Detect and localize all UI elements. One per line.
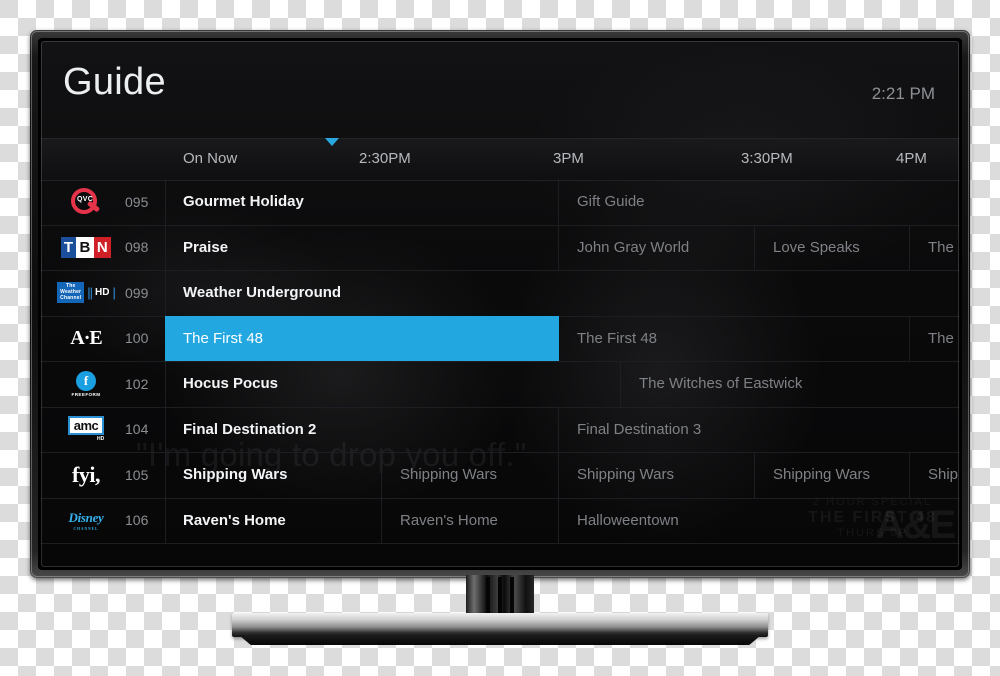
channel-cell-095[interactable]: QVC 095 [41,179,166,225]
guide-row: QVC 095 Gourmet Holiday Gift Guide [41,179,959,226]
program-track: Raven's Home Raven's Home Halloweentown [165,497,959,544]
channel-number: 099 [125,284,149,301]
program-cell[interactable]: The Witches of Eastwick [621,361,959,407]
program-cell[interactable]: Shipping Wars [382,452,559,498]
guide-row: amc HD 104 Final Destination 2 Final Destina… [41,406,959,453]
program-cell[interactable]: Love Speaks [755,224,910,270]
guide-row: fyi, 105 Shipping Wars Shipping Wars Shippin… [41,452,959,499]
channel-cell-106[interactable]: Disney CHANNEL 106 [41,497,166,543]
guide-grid: QVC 095 Gourmet Holiday Gift Guide T B N 098 Pra… [41,179,959,567]
program-cell[interactable]: Halloweentown [559,498,959,544]
program-track: PraiseJohn Gray WorldLove SpeaksThe Supe [165,224,959,271]
program-track: Shipping Wars Shipping Wars Shipping Wars S… [165,452,959,498]
tv-screen: "I'm going to drop you off." 2 HOUR SPEC… [41,41,959,567]
guide-header: Guide 2:21 PM [41,41,959,138]
program-cell[interactable]: John Gray World [559,224,755,270]
program-cell[interactable]: Hocus Pocus [165,361,621,407]
timeline-slot-3[interactable]: 3:30PM [741,150,793,167]
program-cell[interactable]: Shipping Wars [165,452,382,498]
channel-cell-104[interactable]: amc HD 104 [41,406,166,452]
channel-number: 106 [125,512,149,529]
screenshot-root: "I'm going to drop you off." 2 HOUR SPEC… [0,0,1000,676]
program-track: Weather Underground [165,270,959,316]
program-cell[interactable]: The First 48 [559,315,910,361]
channel-number: 100 [125,330,149,347]
channel-cell-100[interactable]: A·E 100 [41,315,166,361]
guide-row: The Weather Channel || HD | 099 Weather Undergr… [41,270,959,317]
program-cell[interactable]: Weather Underground [165,270,959,316]
program-cell[interactable]: The First [910,316,959,362]
guide-row: Disney CHANNEL 106 Raven's Home Raven's Home… [41,497,959,544]
now-marker-icon [325,138,339,146]
program-cell[interactable]: Raven's Home [382,497,559,543]
program-cell[interactable]: Praise [165,224,559,270]
timeline-slot-0[interactable]: On Now [183,150,237,167]
amc-logo-icon: amc HD [67,416,105,442]
program-cell[interactable]: The Supe [910,225,959,271]
program-cell[interactable]: The First 48 [165,315,559,361]
guide-row: A·E100The First 48The First 48The First [41,315,959,362]
page-title: Guide [63,61,166,103]
channel-number: 104 [125,421,149,438]
timeline-slot-4[interactable]: 4PM [896,150,927,167]
channel-number: 098 [125,239,149,256]
program-track: Final Destination 2 Final Destination 3 [165,406,959,453]
program-cell[interactable]: Raven's Home [165,497,382,543]
weather-channel-logo-icon: The Weather Channel || HD | [57,282,116,304]
ae-logo-icon: A·E [70,326,102,349]
channel-cell-099[interactable]: The Weather Channel || HD | 099 [41,270,166,316]
program-track: Hocus Pocus The Witches of Eastwick [165,361,959,407]
program-cell[interactable]: Shipping Wars [755,452,910,498]
program-cell[interactable]: Gourmet Holiday [165,179,559,225]
timeline-header[interactable]: On Now 2:30PM 3PM 3:30PM 4PM [41,138,959,181]
guide-app: "I'm going to drop you off." 2 HOUR SPEC… [41,41,959,567]
timeline-slot-1[interactable]: 2:30PM [359,150,411,167]
timeline-slot-2[interactable]: 3PM [553,150,584,167]
channel-cell-105[interactable]: fyi, 105 [41,452,166,498]
program-cell[interactable]: Shipping Wars [559,452,755,498]
program-cell[interactable]: Shipping [910,452,959,498]
channel-cell-098[interactable]: T B N 098 [41,224,166,270]
tbn-logo-icon: TBN [60,236,112,258]
channel-number: 105 [125,466,149,483]
tv-stand-base [232,613,768,637]
disney-logo-icon: Disney CHANNEL [68,509,104,531]
program-cell[interactable]: Gift Guide [559,179,959,225]
program-cell[interactable]: Final Destination 2 [165,406,559,452]
qvc-logo-icon: QVC [69,187,103,217]
guide-row: T B N 098 Praise John Gray World Love Speaks Th… [41,224,959,271]
program-cell[interactable]: Final Destination 3 [559,407,959,453]
program-track: The First 48The First 48The First [165,315,959,362]
channel-number: 102 [125,375,149,392]
current-time-clock: 2:21 PM [871,84,935,103]
freeform-logo-icon: f FREEFORM [71,370,101,397]
guide-row: f FREEFORM 102 Hocus Pocus The Witches of Ea… [41,361,959,408]
channel-cell-102[interactable]: f FREEFORM 102 [41,361,166,407]
program-track: Gourmet Holiday Gift Guide [165,179,959,225]
channel-number: 095 [125,193,149,210]
fyi-logo-icon: fyi, [72,461,100,487]
